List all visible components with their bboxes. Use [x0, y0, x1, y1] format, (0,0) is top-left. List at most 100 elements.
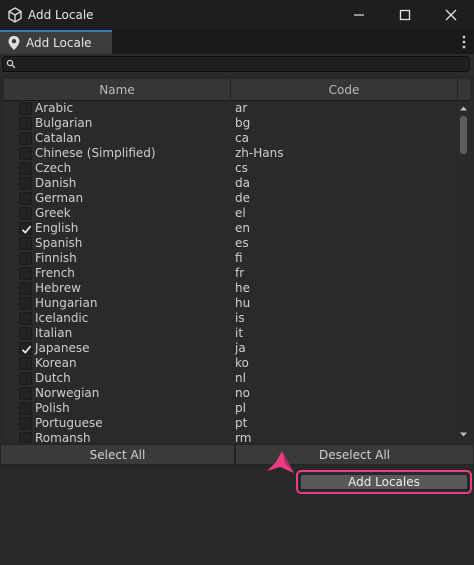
locale-name: Catalan	[35, 131, 82, 145]
locale-code: de	[235, 191, 250, 205]
locale-checkbox[interactable]	[19, 357, 32, 370]
locale-name: Romansh	[35, 431, 91, 443]
window-title: Add Locale	[28, 8, 94, 22]
list-item[interactable]: Japanese ja	[4, 341, 456, 356]
title-bar: Add Locale	[0, 0, 474, 30]
locale-checkbox[interactable]	[19, 177, 32, 190]
locale-checkbox[interactable]	[19, 387, 32, 400]
locale-name: Norwegian	[35, 386, 100, 400]
locale-code: pt	[235, 416, 248, 430]
list-item[interactable]: French fr	[4, 266, 456, 281]
locale-checkbox[interactable]	[19, 117, 32, 130]
locale-name: Arabic	[35, 101, 74, 115]
locale-checkbox[interactable]	[19, 402, 32, 415]
list-item[interactable]: Chinese (Simplified) zh-Hans	[4, 146, 456, 161]
locale-name: Bulgarian	[35, 116, 93, 130]
locale-checkbox[interactable]	[19, 432, 32, 443]
locale-name: Korean	[35, 356, 77, 370]
tab-bar: Add Locale	[0, 30, 474, 54]
locale-checkbox[interactable]	[19, 132, 32, 145]
list-item[interactable]: Dutch nl	[4, 371, 456, 386]
tab-label: Add Locale	[26, 36, 92, 50]
locale-code: bg	[235, 116, 251, 130]
locale-code: rm	[235, 431, 252, 443]
list-item[interactable]: Hebrew he	[4, 281, 456, 296]
list-item[interactable]: Portuguese pt	[4, 416, 456, 431]
locale-checkbox[interactable]	[19, 342, 32, 355]
locale-name: Chinese (Simplified)	[35, 146, 156, 160]
list-item[interactable]: Italian it	[4, 326, 456, 341]
locale-name: Polish	[35, 401, 70, 415]
list-item[interactable]: Finnish fi	[4, 251, 456, 266]
locale-checkbox[interactable]	[19, 252, 32, 265]
locale-name: Icelandic	[35, 311, 89, 325]
list-item[interactable]: Spanish es	[4, 236, 456, 251]
minimize-button[interactable]	[336, 0, 382, 30]
locale-code: ja	[235, 341, 246, 355]
list-item[interactable]: Catalan ca	[4, 131, 456, 146]
list-item[interactable]: German de	[4, 191, 456, 206]
locale-checkbox[interactable]	[19, 192, 32, 205]
column-divider[interactable]	[457, 79, 458, 101]
scroll-up-icon[interactable]	[459, 104, 468, 113]
list-item[interactable]: Arabic ar	[4, 101, 456, 116]
list-item[interactable]: Danish da	[4, 176, 456, 191]
scrollbar-thumb[interactable]	[460, 116, 467, 154]
locale-checkbox[interactable]	[19, 312, 32, 325]
locale-code: hu	[235, 296, 251, 310]
add-locales-button[interactable]: Add Locales	[301, 475, 467, 489]
locale-name: Finnish	[35, 251, 77, 265]
locale-code: it	[235, 326, 244, 340]
list-item[interactable]: Greek el	[4, 206, 456, 221]
locale-checkbox[interactable]	[19, 102, 32, 115]
list-item[interactable]: Polish pl	[4, 401, 456, 416]
locale-name: Hungarian	[35, 296, 98, 310]
locale-checkbox[interactable]	[19, 297, 32, 310]
search-icon	[6, 59, 16, 69]
locale-name: French	[35, 266, 75, 280]
minimize-icon	[354, 14, 364, 16]
locale-checkbox[interactable]	[19, 222, 32, 235]
list-item[interactable]: Norwegian no	[4, 386, 456, 401]
locale-checkbox[interactable]	[19, 162, 32, 175]
locale-code: ca	[235, 131, 249, 145]
locale-name: Hebrew	[35, 281, 81, 295]
select-all-button[interactable]: Select All	[0, 444, 235, 465]
scroll-down-icon[interactable]	[459, 430, 468, 439]
maximize-button[interactable]	[382, 0, 428, 30]
locale-checkbox[interactable]	[19, 282, 32, 295]
locale-name: Czech	[35, 161, 72, 175]
list-item[interactable]: Romansh rm	[4, 431, 456, 443]
list-item[interactable]: Bulgarian bg	[4, 116, 456, 131]
locale-checkbox[interactable]	[19, 207, 32, 220]
list-item[interactable]: Icelandic is	[4, 311, 456, 326]
locale-checkbox[interactable]	[19, 267, 32, 280]
more-options-icon[interactable]	[462, 34, 466, 50]
list-item[interactable]: English en	[4, 221, 456, 236]
list-item[interactable]: Korean ko	[4, 356, 456, 371]
column-header-name[interactable]: Name	[4, 83, 230, 97]
locale-code: cs	[235, 161, 248, 175]
pointer-arrow-icon	[267, 451, 294, 473]
locale-checkbox[interactable]	[19, 417, 32, 430]
locale-code: ar	[235, 101, 248, 115]
vertical-scrollbar[interactable]	[457, 101, 470, 443]
locale-checkbox[interactable]	[19, 147, 32, 160]
locale-code: es	[235, 236, 249, 250]
list-item[interactable]: Hungarian hu	[4, 296, 456, 311]
checkmark-icon	[21, 225, 32, 234]
close-button[interactable]	[428, 0, 474, 30]
locale-code: is	[235, 311, 245, 325]
locale-checkbox[interactable]	[19, 327, 32, 340]
search-field[interactable]	[2, 56, 470, 72]
unity-icon	[8, 7, 22, 23]
list-item[interactable]: Czech cs	[4, 161, 456, 176]
tab-add-locale[interactable]: Add Locale	[0, 30, 112, 54]
locale-code: no	[235, 386, 250, 400]
locale-code: ko	[235, 356, 249, 370]
locale-checkbox[interactable]	[19, 372, 32, 385]
column-header-code[interactable]: Code	[231, 83, 457, 97]
locale-checkbox[interactable]	[19, 237, 32, 250]
map-pin-icon	[8, 36, 20, 50]
locale-name: German	[35, 191, 84, 205]
